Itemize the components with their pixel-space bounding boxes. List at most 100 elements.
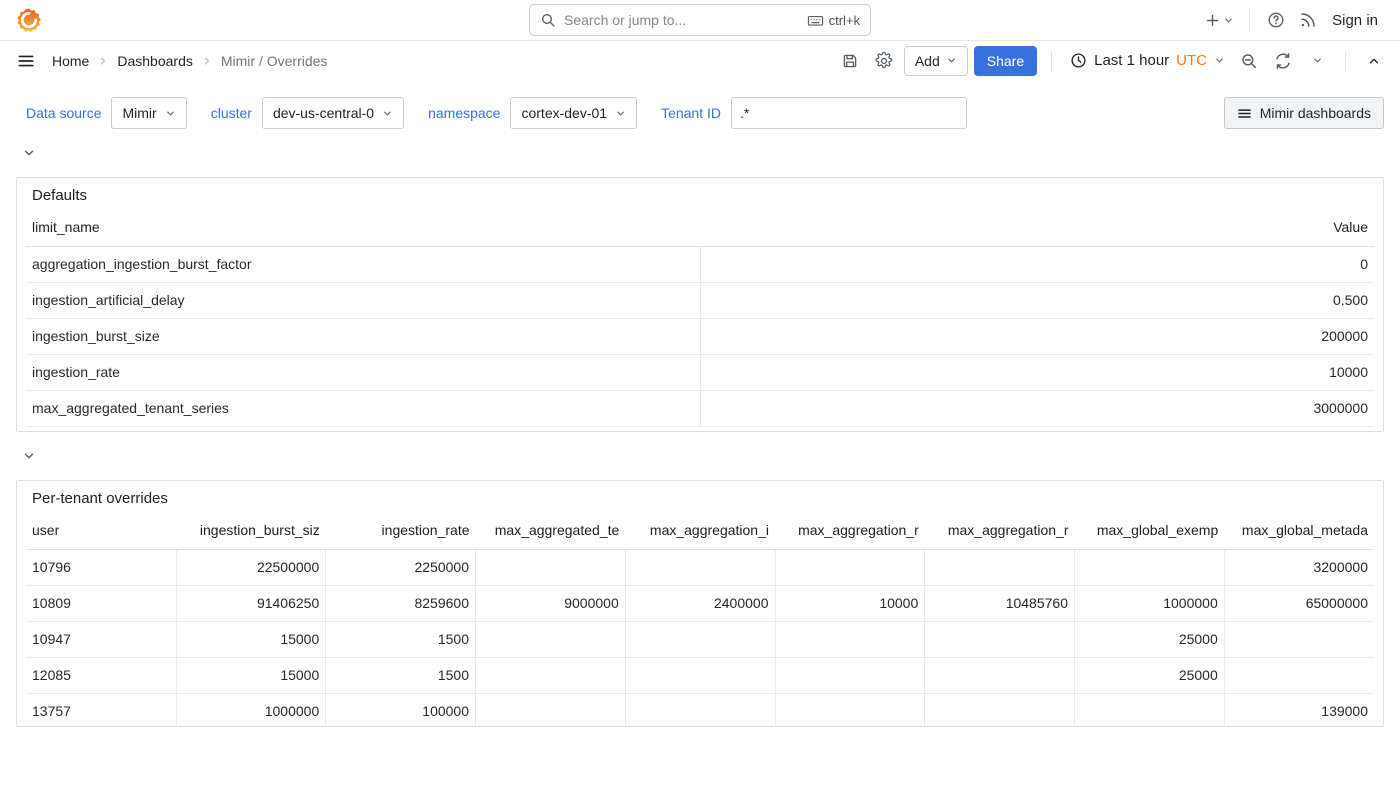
namespace-value: cortex-dev-01 — [521, 105, 607, 121]
time-range-picker[interactable]: Last 1 hour UTC — [1066, 52, 1229, 69]
column-header-label: max_aggregated_te — [495, 522, 620, 538]
divider — [1345, 51, 1346, 71]
refresh-interval-button[interactable] — [1303, 46, 1331, 76]
plus-icon — [1204, 12, 1221, 29]
table-cell — [925, 693, 1075, 727]
table-cell: 15000 — [176, 657, 326, 693]
table-row: max_aggregated_tenant_series3000000 — [26, 390, 1374, 426]
column-header[interactable]: limit_name — [26, 208, 700, 246]
breadcrumb: Home Dashboards Mimir / Overrides — [46, 53, 333, 69]
chevron-down-icon — [1223, 15, 1234, 26]
column-header[interactable]: ingestion_rate — [326, 511, 476, 549]
column-header[interactable]: user — [26, 511, 176, 549]
mega-menu-button[interactable] — [12, 46, 40, 76]
column-header[interactable]: Value — [700, 208, 1374, 246]
grafana-logo-icon[interactable] — [16, 7, 42, 33]
table-cell — [476, 621, 626, 657]
table-cell — [925, 549, 1075, 585]
table-cell: 15000 — [176, 621, 326, 657]
datasource-select[interactable]: Mimir — [111, 97, 186, 129]
row-collapse-button[interactable] — [16, 144, 42, 162]
column-header-label: max_aggregation_i — [650, 522, 769, 538]
breadcrumb-current: Mimir / Overrides — [215, 53, 334, 69]
gear-icon — [875, 52, 893, 70]
cluster-select[interactable]: dev-us-central-0 — [262, 97, 404, 129]
chevron-right-icon — [201, 55, 213, 67]
dashboard-settings-button[interactable] — [870, 46, 898, 76]
zoom-out-time-button[interactable] — [1235, 46, 1263, 76]
table-cell: 91406250 — [176, 585, 326, 621]
menu-icon — [16, 51, 36, 71]
dashboard-row-header — [16, 445, 1384, 467]
column-header[interactable]: ingestion_burst_siz — [176, 511, 326, 549]
help-button[interactable] — [1262, 5, 1290, 35]
menu-icon — [1237, 106, 1252, 121]
clock-icon — [1070, 52, 1087, 69]
column-header-label: max_aggregation_r — [948, 522, 1069, 538]
breadcrumb-dashboards[interactable]: Dashboards — [111, 53, 199, 69]
search-icon — [540, 12, 556, 28]
news-button[interactable] — [1294, 5, 1322, 35]
table-cell: 25000 — [1075, 657, 1225, 693]
collapse-toolbar-button[interactable] — [1360, 46, 1388, 76]
column-header-label: user — [32, 522, 59, 538]
refresh-icon — [1274, 52, 1292, 70]
tenant-id-input[interactable] — [731, 97, 967, 129]
row-collapse-button[interactable] — [16, 447, 42, 465]
table-cell — [625, 621, 775, 657]
table-cell — [775, 693, 925, 727]
column-header[interactable]: max_global_exemp — [1075, 511, 1225, 549]
table-cell: 200000 — [700, 318, 1374, 354]
column-header-label: max_aggregation_r — [798, 522, 919, 538]
shortcut-label: ctrl+k — [829, 13, 860, 28]
table-row: ingestion_artificial_delay0.500 — [26, 282, 1374, 318]
chevron-down-icon — [165, 108, 176, 119]
tenant-id-label: Tenant ID — [651, 97, 731, 129]
table-cell: aggregation_ingestion_burst_factor — [26, 246, 700, 282]
share-button[interactable]: Share — [974, 46, 1037, 76]
refresh-button[interactable] — [1269, 46, 1297, 76]
table-cell: ingestion_burst_size — [26, 318, 700, 354]
dashboard-row-header — [16, 142, 1384, 164]
namespace-select[interactable]: cortex-dev-01 — [510, 97, 637, 129]
table-row: 137571000000100000139000 — [26, 693, 1374, 727]
chevron-down-icon — [1214, 55, 1225, 66]
breadcrumb-home[interactable]: Home — [46, 53, 95, 69]
column-header-label: Value — [1333, 219, 1368, 235]
new-button[interactable] — [1201, 5, 1237, 35]
cluster-variable: cluster dev-us-central-0 — [201, 97, 404, 129]
save-dashboard-button[interactable] — [836, 46, 864, 76]
table-cell — [476, 657, 626, 693]
chevron-down-icon — [22, 146, 36, 160]
table-cell — [476, 549, 626, 585]
sign-in-button[interactable]: Sign in — [1326, 12, 1384, 29]
add-button[interactable]: Add — [904, 46, 968, 76]
share-button-label: Share — [987, 53, 1024, 69]
search-placeholder: Search or jump to... — [564, 12, 799, 28]
table-cell: 22500000 — [176, 549, 326, 585]
table-header-row: limit_name Value — [26, 208, 1374, 246]
table-cell: 10809 — [26, 585, 176, 621]
table-cell: 0.500 — [700, 282, 1374, 318]
column-header[interactable]: max_aggregated_te — [476, 511, 626, 549]
namespace-variable: namespace cortex-dev-01 — [418, 97, 637, 129]
table-cell: ingestion_artificial_delay — [26, 282, 700, 318]
table-cell: 10000 — [700, 354, 1374, 390]
column-header-label: ingestion_burst_siz — [200, 522, 320, 538]
search-shortcut: ctrl+k — [807, 12, 860, 29]
dashboard-toolbar: Home Dashboards Mimir / Overrides — [0, 41, 1400, 80]
column-header[interactable]: max_global_metada — [1224, 511, 1374, 549]
table-row: ingestion_burst_size200000 — [26, 318, 1374, 354]
table-cell — [625, 549, 775, 585]
divider — [1051, 51, 1052, 71]
table-row: 107962250000022500003200000 — [26, 549, 1374, 585]
column-header[interactable]: max_aggregation_i — [625, 511, 775, 549]
chevron-down-icon — [615, 108, 626, 119]
search-input[interactable]: Search or jump to... ctrl+k — [529, 4, 871, 36]
cluster-value: dev-us-central-0 — [273, 105, 374, 121]
add-button-label: Add — [915, 53, 940, 69]
table-cell — [775, 549, 925, 585]
column-header[interactable]: max_aggregation_r — [775, 511, 925, 549]
mimir-dashboards-button[interactable]: Mimir dashboards — [1224, 97, 1384, 129]
column-header[interactable]: max_aggregation_r — [925, 511, 1075, 549]
